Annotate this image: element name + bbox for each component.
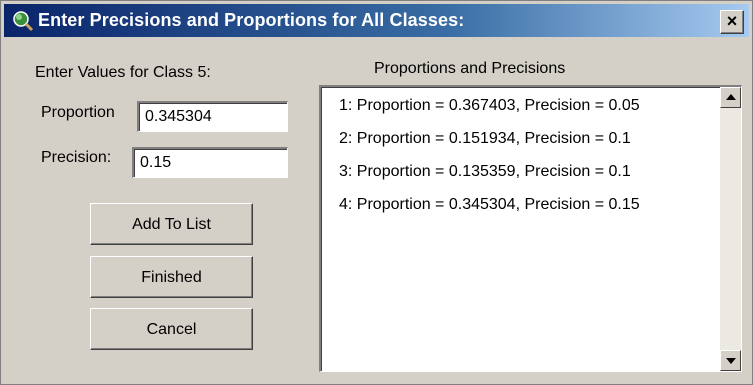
proportion-label: Proportion [41,104,115,121]
list-item[interactable]: 4: Proportion = 0.345304, Precision = 0.… [339,196,640,214]
scroll-up-button[interactable] [720,87,741,108]
vertical-scrollbar[interactable] [720,87,741,371]
cancel-button[interactable]: Cancel [90,308,253,350]
arrow-down-icon [726,358,736,364]
proportions-listbox[interactable]: 1: Proportion = 0.367403, Precision = 0.… [319,85,742,372]
list-item[interactable]: 2: Proportion = 0.151934, Precision = 0.… [339,130,631,148]
list-item[interactable]: 3: Proportion = 0.135359, Precision = 0.… [339,163,631,181]
title-bar[interactable]: Enter Precisions and Proportions for All… [4,4,749,37]
add-to-list-button[interactable]: Add To List [90,203,253,245]
list-item[interactable]: 1: Proportion = 0.367403, Precision = 0.… [339,97,640,115]
proportion-input[interactable]: 0.345304 [137,101,288,132]
list-heading: Proportions and Precisions [374,60,566,77]
magnifier-globe-icon [13,11,34,32]
window-title: Enter Precisions and Proportions for All… [38,10,465,30]
class-heading: Enter Values for Class 5: [35,64,211,81]
close-button[interactable]: × [720,10,744,34]
precision-input[interactable]: 0.15 [132,147,288,178]
dialog-window: Enter Precisions and Proportions for All… [0,0,753,385]
arrow-up-icon [726,94,736,100]
finished-button[interactable]: Finished [90,256,253,298]
precision-label: Precision: [41,149,112,166]
scroll-down-button[interactable] [720,350,741,371]
